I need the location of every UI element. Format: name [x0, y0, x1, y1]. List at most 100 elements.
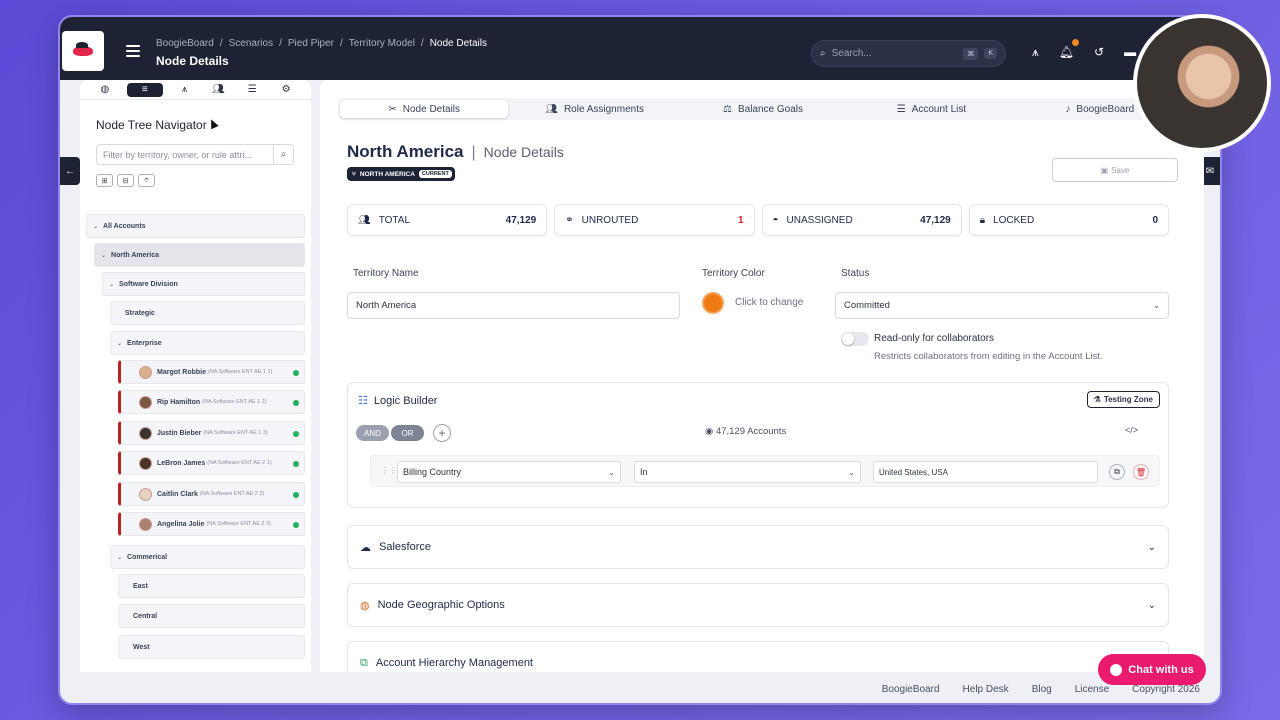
person-name: Angelina Jolie	[157, 520, 205, 528]
value-input[interactable]: United States, USA	[873, 461, 1098, 483]
chat-label: Chat with us	[1128, 663, 1194, 676]
status-dot	[293, 461, 299, 467]
breadcrumb: BoogieBoard / Scenarios / Pied Piper / Terr…	[156, 38, 487, 49]
tree-node-east[interactable]: East	[118, 574, 305, 598]
tree-node-west[interactable]: West	[118, 635, 305, 659]
history-icon[interactable]: ↺	[1094, 45, 1104, 60]
list-icon[interactable]: ≡	[126, 82, 163, 97]
tree-node-central[interactable]: Central	[118, 604, 305, 628]
gear-icon[interactable]: ⚙	[274, 83, 298, 97]
operator-select[interactable]: In ⌄	[634, 461, 861, 483]
app-logo[interactable]	[62, 31, 104, 71]
color-swatch[interactable]	[702, 292, 724, 314]
tree-person[interactable]: Angelina Jolie (NA Software ENT AE 2 3)	[118, 512, 305, 536]
click-to-change-text[interactable]: Click to change	[735, 297, 803, 308]
floppy-icon: ▣	[1100, 165, 1109, 175]
stat-label: LOCKED	[993, 214, 1035, 226]
search-input[interactable]: ⌕ Search... ⌘ K	[811, 40, 1006, 67]
tree-node-software-division[interactable]: ⌄ Software Division	[102, 272, 305, 296]
location-icon[interactable]: ⌾	[138, 174, 155, 187]
avatar	[139, 395, 152, 409]
bell-icon[interactable]: 🔔︎	[1059, 39, 1080, 60]
panel-icon[interactable]: ▬	[1124, 45, 1136, 60]
status-dot	[293, 370, 299, 376]
tree-node-north-america[interactable]: ⌄ North America	[94, 243, 305, 267]
collapse-left-icon[interactable]: ←	[60, 157, 80, 185]
tree-person[interactable]: Margot Robbie (NA Software ENT AE 1 1)	[118, 360, 305, 384]
add-rule-icon[interactable]: +	[433, 424, 451, 442]
status-select[interactable]: Committed ⌄	[835, 292, 1169, 319]
footer-link[interactable]: Blog	[1032, 684, 1052, 695]
chat-icon	[1110, 663, 1123, 676]
tab-account-list[interactable]: ☰ Account List	[847, 98, 1015, 120]
breadcrumb-item[interactable]: Scenarios	[229, 38, 273, 49]
users-icon: 👥︎	[545, 103, 558, 115]
tree-node-strategic[interactable]: Strategic	[110, 301, 305, 325]
tree-node-label: Central	[133, 612, 158, 620]
or-button[interactable]: OR	[391, 425, 424, 441]
breadcrumb-item[interactable]: BoogieBoard	[156, 38, 214, 49]
geographic-options-section[interactable]: ◍ Node Geographic Options ⌄	[347, 583, 1169, 627]
node-header: North America | Node Details	[347, 142, 564, 162]
stat-value: 1	[737, 214, 744, 226]
users-icon[interactable]: 👥︎	[206, 83, 230, 97]
tree-filter-input[interactable]: Filter by territory, owner, or rule attr…	[96, 144, 294, 165]
tree-person[interactable]: Caitlin Clark (NA Software ENT AE 2 2)	[118, 482, 305, 506]
tree-node-enterprise[interactable]: ⌄ Enterprise	[110, 331, 305, 355]
chat-button[interactable]: Chat with us	[1098, 654, 1206, 685]
tab-node-details[interactable]: ✂ Node Details	[340, 100, 509, 118]
salesforce-icon: ☁	[360, 541, 371, 554]
person-role: (NA Software ENT AE 1 3)	[203, 430, 268, 436]
testing-zone-label: Testing Zone	[1103, 395, 1153, 404]
compass-icon[interactable]: ⩚	[1032, 45, 1039, 60]
save-label: Save	[1111, 165, 1130, 175]
status-dot	[293, 492, 299, 498]
stat-label: UNASSIGNED	[786, 214, 853, 226]
branch-icon: ⑂	[352, 170, 356, 178]
menu-icon[interactable]	[126, 45, 140, 57]
tree-person[interactable]: Justin Bieber (NA Software ENT AE 1 3)	[118, 421, 305, 445]
save-button[interactable]: ▣ Save	[1052, 158, 1178, 182]
tree-person[interactable]: LeBron James (NA Software ENT AE 2 1)	[118, 451, 305, 475]
trash-icon[interactable]: 🗑︎	[1133, 464, 1149, 480]
search-icon[interactable]: ⌕	[273, 145, 293, 164]
globe-icon[interactable]: ◍	[93, 83, 117, 97]
expand-all-icon[interactable]: ⊞	[96, 174, 113, 187]
testing-zone-button[interactable]: ⚗ Testing Zone	[1086, 391, 1160, 408]
breadcrumb-current: Node Details	[429, 38, 487, 49]
status-dot	[293, 522, 299, 528]
collapse-all-icon[interactable]: ⊟	[117, 174, 134, 187]
compass-icon[interactable]: ⩚	[173, 83, 197, 97]
account-count: ◉ 47,129 Accounts	[705, 426, 786, 437]
tab-label: Role Assignments	[563, 103, 644, 115]
dancer-icon: ♪	[1065, 103, 1071, 115]
status-label: Status	[841, 268, 870, 279]
tree-person[interactable]: Rip Hamilton (NA Software ENT AE 1 2)	[118, 390, 305, 414]
copy-icon[interactable]: ⧉	[1109, 464, 1125, 480]
users-icon: 👥︎	[358, 214, 371, 226]
binoculars-icon: ⚭	[565, 214, 574, 226]
field-select[interactable]: Billing Country ⌄	[397, 461, 621, 483]
and-button[interactable]: AND	[356, 425, 389, 441]
tree-node-commercial[interactable]: ⌄ Commerical	[110, 545, 305, 569]
footer-link[interactable]: Help Desk	[963, 684, 1009, 695]
territory-name-input[interactable]: North America	[347, 292, 680, 319]
breadcrumb-item[interactable]: Territory Model	[349, 38, 415, 49]
tab-role-assignments[interactable]: 👥︎ Role Assignments	[510, 98, 678, 120]
footer-link[interactable]: License	[1075, 684, 1109, 695]
readonly-toggle[interactable]	[841, 332, 869, 346]
salesforce-section[interactable]: ☁ Salesforce ⌄	[347, 525, 1169, 569]
tab-label: Account List	[911, 103, 967, 115]
person-name: Caitlin Clark	[157, 490, 198, 498]
hierarchy-section[interactable]: ⧉ Account Hierarchy Management	[347, 641, 1169, 672]
tree-node-all-accounts[interactable]: ⌄ All Accounts	[86, 214, 305, 238]
code-icon[interactable]: </>	[1125, 425, 1138, 435]
tab-balance-goals[interactable]: ⚖ Balance Goals	[679, 98, 847, 120]
drag-handle-icon[interactable]: ⋮⋮	[381, 466, 397, 475]
bullets-icon[interactable]: ☰	[240, 83, 264, 97]
scale-icon: ⚖	[723, 103, 732, 115]
chevron-down-icon: ⌄	[1147, 541, 1156, 553]
footer-link[interactable]: BoogieBoard	[882, 684, 940, 695]
breadcrumb-item[interactable]: Pied Piper	[288, 38, 334, 49]
logic-builder-panel: ☷ Logic Builder ⚗ Testing Zone AND OR + ◉ …	[347, 382, 1169, 508]
